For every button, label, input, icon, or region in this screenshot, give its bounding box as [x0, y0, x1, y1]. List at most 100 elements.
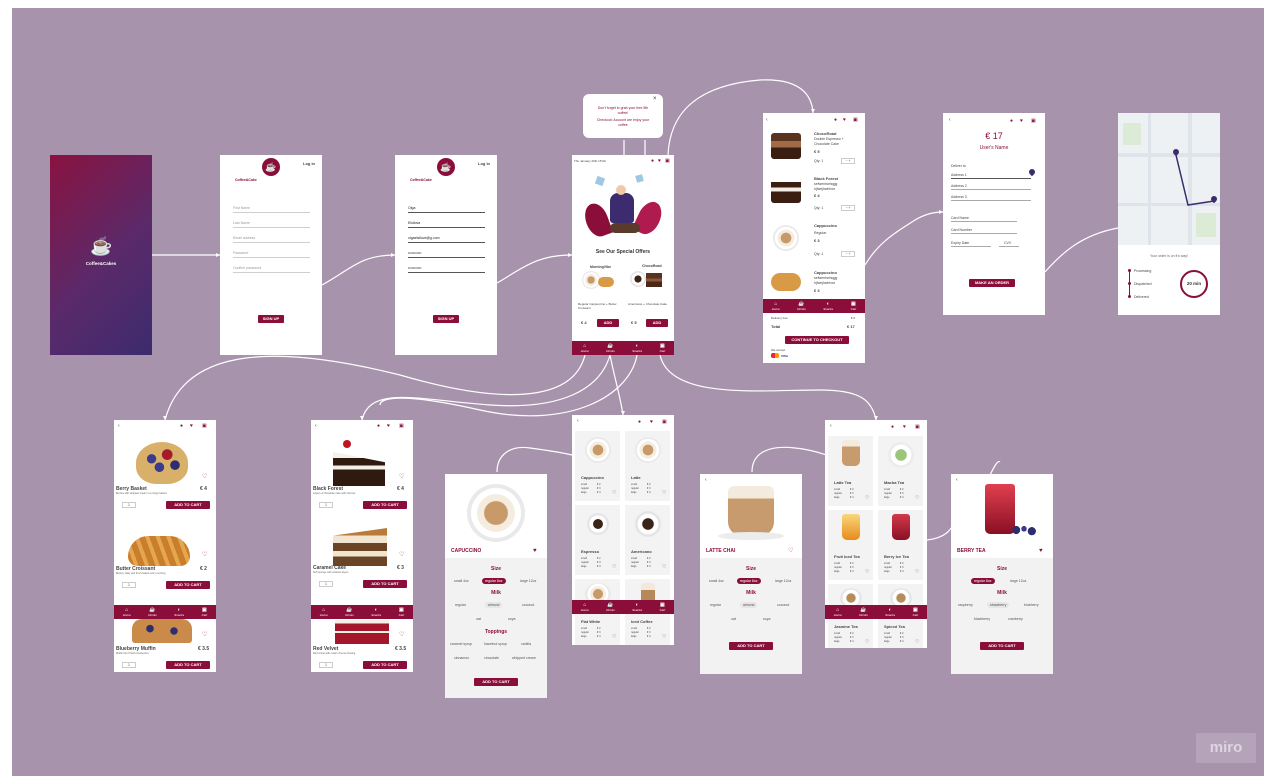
item-3-add-button[interactable]: ADD TO CART: [166, 661, 210, 669]
topping-cinnamon[interactable]: cinnamon: [451, 655, 472, 661]
offer-add-button-1[interactable]: ADD: [597, 319, 619, 327]
nav-home[interactable]: ⌂ Home: [320, 607, 328, 617]
size-large[interactable]: large 12oz: [772, 578, 794, 584]
item-3-qty[interactable]: 1: [122, 662, 136, 668]
cart-icon[interactable]: ▣: [399, 423, 404, 429]
milk-oat[interactable]: oat: [473, 616, 484, 622]
heart-icon[interactable]: ♥: [843, 117, 846, 123]
cart-item-2-stepper[interactable]: − +: [841, 205, 855, 211]
cart-item-3-stepper[interactable]: − +: [841, 251, 855, 257]
tea-card-1[interactable]: Latte Tea small € 2 regular € 3 large € …: [828, 436, 873, 506]
favorite-heart-icon[interactable]: ♡: [399, 552, 404, 558]
heart-icon[interactable]: ♥: [190, 423, 193, 429]
item-2-add-button[interactable]: ADD TO CART: [363, 580, 407, 588]
nav-home[interactable]: ⌂ Home: [834, 607, 842, 617]
option-cranberry[interactable]: cranberry: [1005, 616, 1026, 622]
favorite-heart-icon[interactable]: ♡: [915, 569, 919, 575]
nav-home[interactable]: ⌂ Home: [581, 602, 589, 612]
nav-snacks[interactable]: ◐ Snacks: [174, 607, 184, 617]
back-arrow-icon[interactable]: ‹: [949, 117, 951, 123]
favorite-heart-icon[interactable]: ♡: [202, 552, 207, 558]
favorite-heart-icon[interactable]: ♡: [788, 548, 793, 554]
add-to-cart-button[interactable]: ADD TO CART: [474, 678, 518, 686]
nav-drinks[interactable]: ☕ Drinks: [148, 607, 157, 617]
size-large[interactable]: large 12oz: [1007, 578, 1029, 584]
cart-icon[interactable]: ▣: [662, 419, 667, 425]
back-arrow-icon[interactable]: ‹: [830, 423, 832, 429]
sign-up-button[interactable]: SIGN UP: [433, 315, 459, 323]
milk-almond[interactable]: almond: [740, 602, 758, 608]
heart-icon[interactable]: ♥: [903, 424, 906, 430]
coffee-card-2[interactable]: Latte small € 2 regular € 3 large € 4 ♡: [625, 431, 670, 501]
last-name-field[interactable]: Elstlova: [408, 220, 420, 226]
email-field[interactable]: olgaelstlova@g.com: [408, 235, 440, 241]
favorite-heart-icon[interactable]: ♡: [865, 495, 869, 501]
cart-icon[interactable]: ▣: [1031, 118, 1036, 124]
nav-snacks[interactable]: ◐ Snacks: [632, 602, 642, 612]
favorite-heart-icon[interactable]: ♡: [662, 634, 666, 640]
size-regular[interactable]: regular 8oz: [971, 578, 995, 584]
coffee-card-3[interactable]: Espresso small € 2 regular € 3 large € 4…: [575, 505, 620, 575]
back-arrow-icon[interactable]: ‹: [118, 423, 120, 429]
topping-caramel[interactable]: caramel syrup: [447, 641, 475, 647]
size-small[interactable]: small 4oz: [706, 578, 727, 584]
tea-card-4[interactable]: Berry Ice Tea small € 2 regular € 3 larg…: [878, 510, 923, 580]
favorite-heart-icon[interactable]: ♡: [612, 564, 616, 570]
add-to-cart-button[interactable]: ADD TO CART: [729, 642, 773, 650]
email-field[interactable]: Email address: [233, 235, 255, 241]
favorite-heart-icon[interactable]: ♡: [865, 639, 869, 645]
nav-snacks[interactable]: ◐ Snacks: [632, 343, 642, 353]
favorite-heart-icon[interactable]: ♡: [399, 474, 404, 480]
item-1-add-button[interactable]: ADD TO CART: [363, 501, 407, 509]
coffee-card-4[interactable]: Americano small € 2 regular € 3 large € …: [625, 505, 670, 575]
item-3-add-button[interactable]: ADD TO CART: [363, 661, 407, 669]
add-to-cart-button[interactable]: ADD TO CART: [980, 642, 1024, 650]
first-name-field[interactable]: Olga: [408, 205, 415, 211]
favorite-heart-icon[interactable]: ♡: [399, 632, 404, 638]
tea-card-2[interactable]: Macha Tea small € 2 regular € 3 large € …: [878, 436, 923, 506]
cart-icon[interactable]: ▣: [915, 424, 920, 430]
back-arrow-icon[interactable]: ‹: [577, 418, 579, 424]
first-name-field[interactable]: First Name: [233, 205, 250, 211]
favorite-heart-icon[interactable]: ♡: [662, 564, 666, 570]
last-name-field[interactable]: Last Name: [233, 220, 250, 226]
nav-drinks[interactable]: ☕ Drinks: [606, 343, 615, 353]
favorite-heart-icon[interactable]: ♡: [202, 632, 207, 638]
item-2-add-button[interactable]: ADD TO CART: [166, 581, 210, 589]
login-link[interactable]: Log in: [478, 161, 490, 167]
nav-cart[interactable]: ▣ Cart: [851, 301, 857, 311]
item-1-add-button[interactable]: ADD TO CART: [166, 501, 210, 509]
favorite-heart-icon[interactable]: ♡: [612, 490, 616, 496]
topping-chocolate[interactable]: chocolate: [481, 655, 502, 661]
option-blackberry[interactable]: blackberry: [971, 616, 993, 622]
topping-whipped-cream[interactable]: whipped cream: [509, 655, 539, 661]
favorite-heart-icon[interactable]: ♥: [533, 548, 537, 554]
size-regular[interactable]: regular 8oz: [482, 578, 506, 584]
cart-icon[interactable]: ▣: [853, 117, 858, 123]
back-arrow-icon[interactable]: ‹: [705, 477, 707, 483]
back-arrow-icon[interactable]: ‹: [956, 477, 958, 483]
heart-icon[interactable]: ♥: [1020, 118, 1023, 124]
heart-icon[interactable]: ♥: [658, 158, 661, 164]
size-regular[interactable]: regular 8oz: [737, 578, 761, 584]
favorite-heart-icon[interactable]: ♡: [612, 634, 616, 640]
nav-home[interactable]: ⌂ Home: [772, 301, 780, 311]
cart-item-1-stepper[interactable]: − +: [841, 158, 855, 164]
password-field[interactable]: •••••••••••: [408, 250, 421, 256]
size-large[interactable]: large 12oz: [517, 578, 539, 584]
favorite-heart-icon[interactable]: ♡: [662, 490, 666, 496]
size-small[interactable]: small 4oz: [451, 578, 472, 584]
nav-drinks[interactable]: ☕ Drinks: [797, 301, 806, 311]
milk-almond[interactable]: almond: [485, 602, 503, 608]
login-link[interactable]: Log in: [303, 161, 315, 167]
heart-icon[interactable]: ♥: [650, 419, 653, 425]
nav-cart[interactable]: ▣ Cart: [202, 607, 208, 617]
offer-add-button-2[interactable]: ADD: [646, 319, 668, 327]
item-3-qty[interactable]: 1: [319, 662, 333, 668]
nav-cart[interactable]: ▣ Cart: [660, 602, 666, 612]
milk-soya[interactable]: soya: [760, 616, 773, 622]
user-icon[interactable]: ●: [651, 158, 654, 164]
user-icon[interactable]: ●: [1010, 118, 1013, 124]
nav-snacks[interactable]: ◐ Snacks: [885, 607, 895, 617]
make-order-button[interactable]: MAKE AN ORDER: [969, 279, 1015, 287]
